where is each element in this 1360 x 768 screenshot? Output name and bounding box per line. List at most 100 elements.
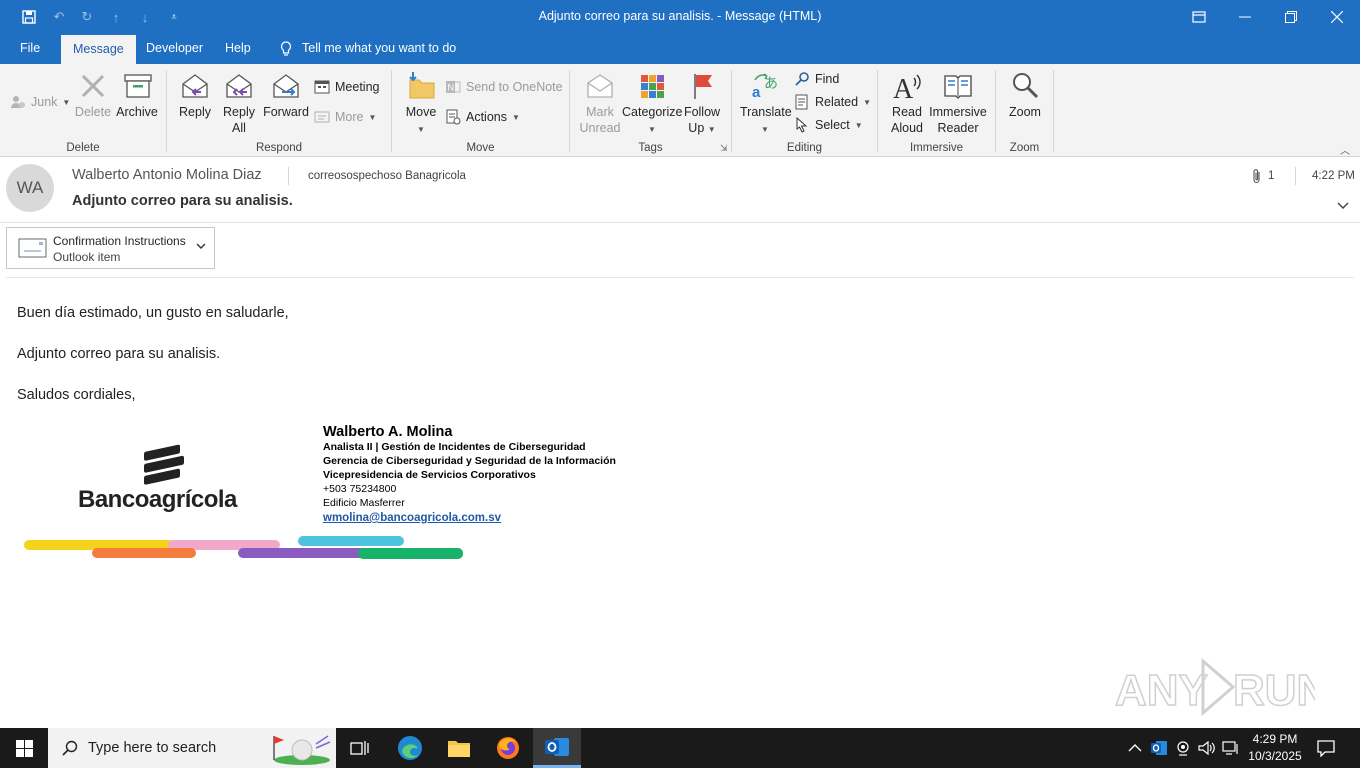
move-button[interactable]: Move ▼: [402, 70, 440, 138]
signature-division: Vicepresidencia de Servicios Corporativo…: [323, 469, 536, 481]
clock-date: 10/3/2025: [1248, 749, 1302, 763]
signature-department: Gerencia de Ciberseguridad y Seguridad d…: [323, 455, 616, 467]
follow-up-button[interactable]: Follow Up ▼: [682, 70, 722, 138]
logo-wordmark: Bancoagrícola: [78, 486, 238, 513]
find-button[interactable]: Find: [794, 69, 839, 89]
folder-icon: [448, 741, 470, 757]
taskbar-clock[interactable]: 4:29 PM 10/3/2025: [1244, 731, 1306, 765]
reply-all-button[interactable]: Reply All: [219, 70, 259, 136]
search-placeholder: Type here to search: [88, 740, 217, 756]
delete-button[interactable]: Delete: [74, 70, 112, 120]
edge-icon: [398, 736, 422, 760]
onenote-icon: N: [446, 81, 461, 93]
select-button[interactable]: Select ▼: [794, 115, 863, 135]
body-line: Adjunto correo para su analisis.: [17, 346, 221, 362]
title-bar: ↶ ↻ ↑ ↓ ⩡ Adjunto correo para su analisi…: [0, 0, 1360, 33]
notifications-icon[interactable]: [1316, 739, 1336, 762]
actions-icon: [446, 109, 461, 125]
received-time: 4:22 PM: [1312, 170, 1355, 182]
subject: Adjunto correo para su analisis.: [72, 193, 293, 209]
related-icon: [795, 94, 808, 110]
expand-header-icon[interactable]: [1337, 199, 1349, 213]
tab-help[interactable]: Help: [213, 33, 263, 64]
immersive-group-label: Immersive: [909, 142, 964, 154]
forward-button[interactable]: Forward: [263, 70, 309, 120]
signature-email-link[interactable]: wmolina@bancoagricola.com.sv: [323, 510, 616, 526]
more-respond-icon: [314, 111, 330, 123]
read-aloud-icon: A: [893, 74, 921, 102]
zoom-group: Zoom Zoom: [996, 64, 1053, 157]
webcam-tray-icon[interactable]: [1175, 740, 1191, 761]
read-aloud-button[interactable]: A Read Aloud: [886, 70, 928, 136]
mark-unread-icon: [587, 74, 613, 98]
junk-button[interactable]: Junk ▼: [10, 92, 70, 112]
actions-button[interactable]: Actions ▼: [445, 107, 520, 127]
task-view-icon: [350, 741, 369, 755]
attachment-card[interactable]: Confirmation Instructions Outlook item: [6, 227, 215, 269]
send-to-onenote-button[interactable]: N Send to OneNote: [445, 77, 563, 97]
attachment-name: Confirmation Instructions: [53, 234, 186, 248]
firefox-taskbar-button[interactable]: [484, 728, 532, 768]
outlook-tray-icon[interactable]: [1150, 739, 1168, 762]
lightbulb-icon: [280, 40, 292, 56]
file-explorer-taskbar-button[interactable]: [435, 728, 483, 768]
chevron-down-icon[interactable]: [195, 240, 207, 252]
recipient[interactable]: correosospechoso Banagricola: [308, 170, 466, 182]
tell-me-search[interactable]: Tell me what you want to do: [268, 33, 468, 64]
task-view-button[interactable]: [336, 728, 384, 768]
categorize-button[interactable]: Categorize ▼: [622, 70, 682, 138]
close-icon[interactable]: [1314, 0, 1360, 33]
system-tray: [1120, 728, 1244, 768]
zoom-icon: [1013, 73, 1039, 99]
message-header: WA Walberto Antonio Molina Diaz correoso…: [0, 157, 1360, 223]
ribbon: Junk ▼ Delete Archive Delete Reply Reply …: [0, 64, 1360, 157]
more-respond-button[interactable]: More ▼: [314, 107, 376, 127]
body-closing: Saludos cordiales,: [17, 387, 136, 403]
ribbon-tabs: File Message Developer Help Tell me what…: [0, 33, 1360, 64]
svg-text:A: A: [893, 74, 914, 102]
ribbon-display-icon[interactable]: [1176, 0, 1222, 33]
tab-message[interactable]: Message: [61, 35, 136, 64]
tab-file[interactable]: File: [8, 33, 52, 64]
categorize-icon: [641, 75, 664, 98]
meeting-button[interactable]: Meeting: [314, 77, 379, 97]
show-hidden-icons-icon[interactable]: [1128, 740, 1142, 758]
immersive-reader-icon: [944, 75, 972, 99]
outlook-taskbar-button[interactable]: [533, 728, 581, 768]
window-title: Adjunto correo para su analisis. - Messa…: [538, 9, 822, 23]
minimize-icon[interactable]: [1222, 0, 1268, 33]
translate-button[interactable]: aあ Translate ▼: [740, 70, 792, 138]
delete-icon: [81, 74, 105, 98]
zoom-group-label: Zoom: [1009, 142, 1040, 154]
translate-icon: aあ: [752, 73, 778, 101]
outlook-icon: [545, 737, 569, 756]
signature-phone: +503 75234800: [323, 483, 397, 495]
forward-icon: [273, 74, 299, 98]
collapse-ribbon-icon[interactable]: ︿: [1340, 142, 1350, 157]
tab-developer[interactable]: Developer: [134, 33, 215, 64]
svg-text:a: a: [752, 84, 761, 101]
golf-search-highlight-icon: [273, 735, 331, 765]
delete-group: Junk ▼ Delete Archive Delete: [0, 64, 166, 157]
network-icon[interactable]: [1222, 740, 1240, 761]
volume-icon[interactable]: [1198, 740, 1216, 761]
archive-button[interactable]: Archive: [115, 70, 159, 120]
restore-icon[interactable]: [1268, 0, 1314, 33]
immersive-group: A Read Aloud Immersive Reader Immersive: [878, 64, 995, 157]
start-button[interactable]: [0, 728, 48, 768]
sender-name[interactable]: Walberto Antonio Molina Diaz: [72, 167, 262, 183]
move-group: Move ▼ N Send to OneNote Actions ▼ Move: [392, 64, 569, 157]
attachment-count[interactable]: 1: [1252, 168, 1274, 184]
flag-icon: [694, 74, 712, 99]
zoom-button[interactable]: Zoom: [1004, 70, 1046, 120]
meeting-icon: [314, 80, 330, 94]
edge-taskbar-button[interactable]: [386, 728, 434, 768]
attachment-type: Outlook item: [53, 250, 121, 264]
reply-button[interactable]: Reply: [175, 70, 215, 120]
taskbar-search[interactable]: Type here to search: [48, 728, 336, 768]
anyrun-watermark: ANY RUN: [1115, 657, 1315, 717]
mark-unread-button[interactable]: Mark Unread: [578, 70, 622, 136]
related-button[interactable]: Related ▼: [794, 92, 871, 112]
tags-group-label: Tags: [638, 142, 663, 154]
immersive-reader-button[interactable]: Immersive Reader: [928, 70, 988, 136]
